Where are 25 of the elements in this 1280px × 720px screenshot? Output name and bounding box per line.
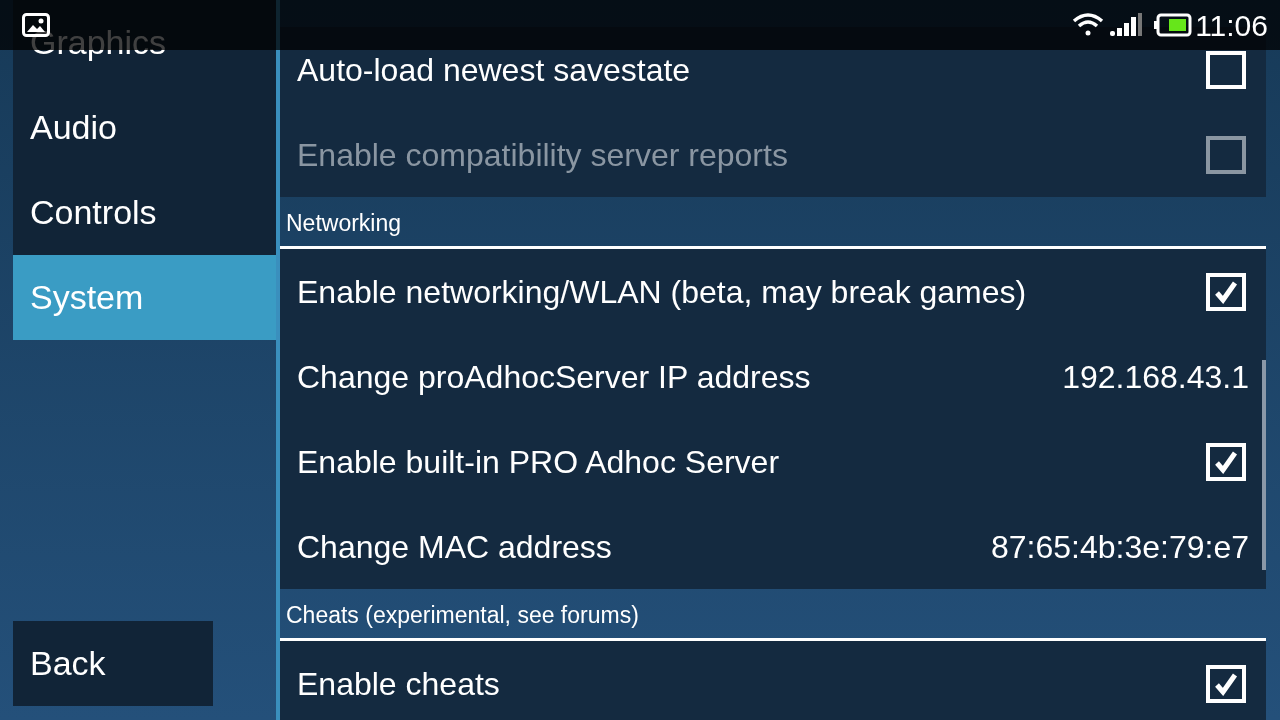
signal-icon <box>1110 13 1143 37</box>
back-button[interactable]: Back <box>13 621 213 706</box>
setting-row[interactable]: Change MAC address 87:65:4b:3e:79:e7 <box>280 504 1266 589</box>
sidebar-tab[interactable]: Audio <box>13 85 276 170</box>
section-header: Networking <box>285 208 402 238</box>
setting-row[interactable]: Enable networking/WLAN (beta, may break games) <box>280 249 1266 334</box>
battery-icon <box>1154 13 1193 37</box>
wifi-icon <box>1072 13 1105 37</box>
setting-row[interactable]: Enable cheats <box>280 641 1266 720</box>
section-header: Cheats (experimental, see forums) <box>285 600 639 630</box>
setting-label: Change proAdhocServer IP address <box>297 357 812 397</box>
check-icon <box>1214 279 1238 304</box>
setting-label: Enable built-in PRO Adhoc Server <box>297 442 781 482</box>
setting-row[interactable]: Change proAdhocServer IP address 192.168.43.1 <box>280 334 1266 419</box>
check-icon <box>1214 449 1238 474</box>
setting-label: Enable compatibility server reports <box>297 135 789 175</box>
setting-label: Enable cheats <box>297 664 501 704</box>
setting-label: Auto-load newest savestate <box>297 50 692 90</box>
setting-label: Enable networking/WLAN (beta, may break games) <box>297 272 1028 312</box>
sidebar-tab[interactable]: Controls <box>13 170 276 255</box>
setting-label: Change MAC address <box>297 527 613 567</box>
check-icon <box>1214 671 1238 696</box>
setting-value: 192.168.43.1 <box>1062 357 1249 397</box>
setting-value: 87:65:4b:3e:79:e7 <box>991 527 1249 567</box>
scrollbar[interactable] <box>1262 360 1266 570</box>
